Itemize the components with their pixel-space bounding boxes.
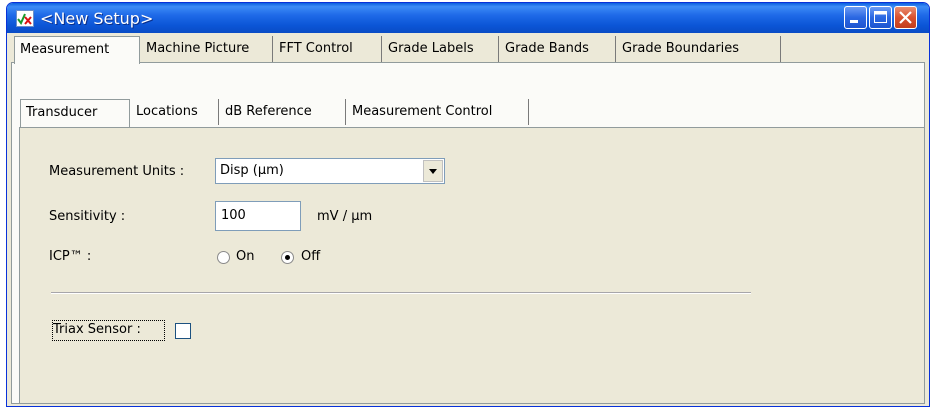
measurement-units-value: Disp (µm) (220, 163, 284, 178)
maximize-icon (874, 11, 887, 23)
maximize-button[interactable] (869, 6, 892, 29)
tab-label: Transducer (26, 105, 98, 120)
chevron-down-icon (429, 169, 437, 174)
setup-window: <New Setup> Measurement Machine Picture … (6, 2, 930, 407)
triax-sensor-checkbox[interactable] (175, 323, 191, 339)
title-bar[interactable]: <New Setup> (7, 3, 929, 33)
close-button[interactable] (894, 6, 917, 29)
tab-grade-bands[interactable]: Grade Bands (500, 36, 616, 62)
dropdown-button[interactable] (423, 160, 443, 182)
measurement-units-label: Measurement Units : (49, 164, 185, 179)
sensitivity-label: Sensitivity : (49, 209, 126, 224)
sensitivity-input[interactable]: 100 (215, 201, 301, 231)
triax-sensor-label[interactable]: Triax Sensor : (53, 322, 141, 337)
tab-label: Grade Bands (505, 41, 589, 56)
tab-label: Locations (136, 104, 198, 119)
tab-machine-picture[interactable]: Machine Picture (141, 36, 273, 62)
icp-label: ICP™ : (49, 249, 92, 264)
icp-off-radio[interactable] (281, 251, 294, 264)
tab-label: Measurement Control (352, 104, 493, 119)
icp-on-label[interactable]: On (236, 249, 254, 264)
tab-measurement-control[interactable]: Measurement Control (347, 99, 529, 125)
tab-db-reference[interactable]: dB Reference (220, 99, 346, 125)
section-divider (51, 292, 751, 294)
tab-label: dB Reference (225, 104, 312, 119)
minimize-icon (850, 20, 858, 23)
tab-fft-control[interactable]: FFT Control (274, 36, 382, 62)
measurement-units-select[interactable]: Disp (µm) (215, 158, 445, 184)
close-icon (899, 11, 912, 24)
tab-label: Measurement (20, 42, 110, 57)
app-vx-icon (16, 10, 34, 27)
sensitivity-value: 100 (221, 208, 246, 223)
sensitivity-unit: mV / µm (317, 209, 373, 224)
icp-on-radio[interactable] (217, 251, 230, 264)
tab-label: Grade Labels (388, 41, 474, 56)
tab-grade-labels[interactable]: Grade Labels (383, 36, 499, 62)
minimize-button[interactable] (844, 6, 867, 29)
icp-off-label[interactable]: Off (301, 249, 320, 264)
tab-label: Grade Boundaries (622, 41, 740, 56)
tab-measurement[interactable]: Measurement (14, 36, 140, 64)
window-title: <New Setup> (40, 9, 154, 28)
tab-transducer[interactable]: Transducer (20, 99, 130, 127)
tab-grade-boundaries[interactable]: Grade Boundaries (617, 36, 781, 62)
tab-locations[interactable]: Locations (131, 99, 219, 125)
tab-label: FFT Control (279, 41, 353, 56)
tab-label: Machine Picture (146, 41, 250, 56)
